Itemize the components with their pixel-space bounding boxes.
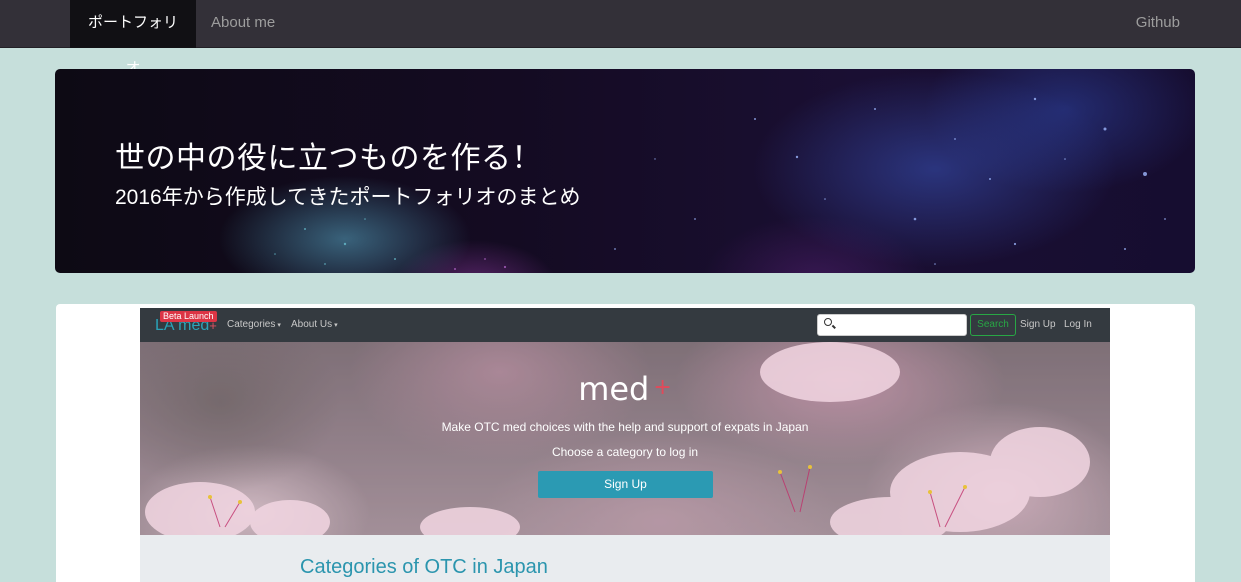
portfolio-card: LA med+ Beta Launch Categories ▾ About Us… [56,304,1195,582]
screenshot-log-in-link: Log In [1064,319,1092,330]
search-icon [824,318,832,326]
screenshot-tagline: Make OTC med choices with the help and s… [441,420,809,434]
screenshot-sign-up-link: Sign Up [1020,319,1056,330]
top-navbar: ポートフォリオ About me Github [0,0,1241,77]
screenshot-search-input [817,314,967,336]
screenshot-about-us-link: About Us ▾ [291,319,338,330]
portfolio-screenshot[interactable]: LA med+ Beta Launch Categories ▾ About Us… [140,308,1110,582]
caret-down-icon: ▾ [277,322,281,329]
screenshot-hero: med + Make OTC med choices with the help … [140,342,1110,535]
hero-banner: 世の中の役に立つものを作る！ 2016年から作成してきたポートフォリオのまとめ [55,69,1195,273]
screenshot-prompt: Choose a category to log in [551,445,699,459]
screenshot-section-title: Categories of OTC in Japan [300,556,548,578]
nav-item-about-me[interactable]: About me [196,0,290,48]
screenshot-sign-up-button: Sign Up [538,471,713,498]
screenshot-brand-title: med + [578,370,672,408]
screenshot-navbar: LA med+ Beta Launch Categories ▾ About Us… [140,308,1110,342]
hero-subtitle: 2016年から作成してきたポートフォリオのまとめ [115,186,581,209]
caret-down-icon: ▾ [334,322,338,329]
screenshot-categories-link: Categories ▾ [227,319,281,330]
screenshot-search-button: Search [970,314,1016,336]
nav-item-portfolio[interactable]: ポートフォリオ [70,0,196,77]
beta-badge: Beta Launch [160,311,217,322]
nav-item-github[interactable]: Github [1121,0,1195,48]
hero-title: 世の中の役に立つものを作る！ [115,142,542,175]
